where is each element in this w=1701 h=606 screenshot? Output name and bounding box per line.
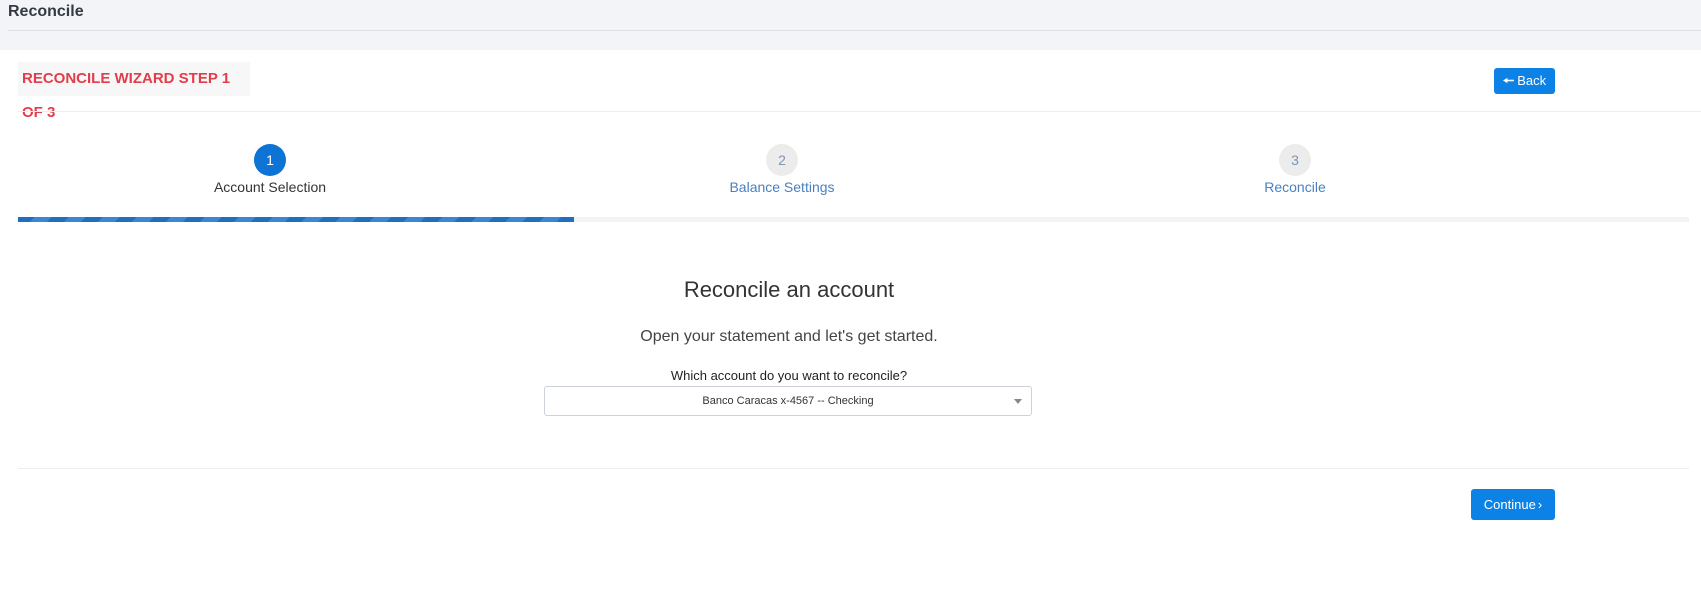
account-select[interactable]: Banco Caracas x-4567 -- Checking bbox=[544, 386, 1032, 416]
main-heading: Reconcile an account bbox=[683, 277, 895, 302]
page-title: Reconcile bbox=[8, 3, 84, 20]
back-button-label: Back bbox=[1517, 73, 1547, 88]
step-balance-settings[interactable]: 2 Balance Settings bbox=[682, 144, 882, 195]
header-divider bbox=[8, 30, 1701, 31]
step-1-label: Account Selection bbox=[213, 179, 327, 195]
step-2-indicator: 2 bbox=[766, 144, 798, 176]
back-button[interactable]: 🠔 Back bbox=[1494, 68, 1555, 94]
step-reconcile[interactable]: 3 Reconcile bbox=[1195, 144, 1395, 195]
wizard-step-title: RECONCILE WIZARD STEP 1 OF 3 bbox=[18, 62, 250, 121]
arrow-left-icon: 🠔 bbox=[1502, 73, 1515, 88]
step-2-label: Balance Settings bbox=[729, 179, 835, 195]
account-select-label: Which account do you want to reconcile? bbox=[670, 368, 908, 383]
step-3-indicator: 3 bbox=[1279, 144, 1311, 176]
step-3-label: Reconcile bbox=[1264, 179, 1326, 195]
step-account-selection[interactable]: 1 Account Selection bbox=[170, 144, 370, 195]
divider bbox=[18, 111, 1701, 112]
caret-down-icon bbox=[1014, 399, 1022, 404]
top-bar: Reconcile bbox=[0, 0, 1701, 50]
account-select-value: Banco Caracas x-4567 -- Checking bbox=[702, 395, 874, 407]
chevron-right-icon: › bbox=[1537, 497, 1543, 512]
step-1-indicator: 1 bbox=[254, 144, 286, 176]
continue-button[interactable]: Continue › bbox=[1471, 489, 1555, 520]
footer-divider bbox=[18, 468, 1689, 469]
wizard-progress-fill bbox=[18, 217, 575, 222]
main-subtitle: Open your statement and let's get starte… bbox=[640, 328, 938, 345]
continue-button-label: Continue bbox=[1483, 497, 1536, 512]
wizard-progress-bar bbox=[18, 217, 1689, 222]
